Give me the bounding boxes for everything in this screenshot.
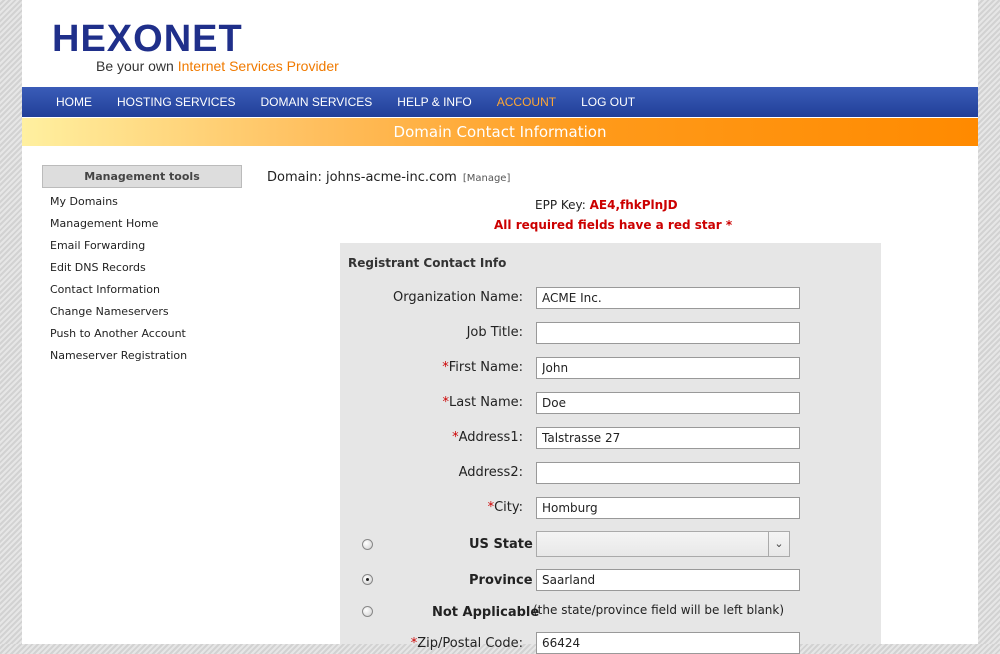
logo-tagline: Be your own Internet Services Provider xyxy=(96,58,339,74)
job-title-field[interactable] xyxy=(536,322,800,344)
sidebar-item-push-to-another-account[interactable]: Push to Another Account xyxy=(42,323,242,345)
nav-domain-services[interactable]: DOMAIN SERVICES xyxy=(260,95,372,109)
last-name-label: Last Name: xyxy=(449,395,523,410)
organization-name-field[interactable] xyxy=(536,287,800,309)
us-state-radio[interactable] xyxy=(362,539,373,550)
chevron-down-icon: ⌄ xyxy=(768,532,789,556)
province-radio[interactable] xyxy=(362,574,373,585)
epp-key-line: EPP Key: AE4,fhkPlnJD xyxy=(535,198,678,212)
sidebar-item-contact-information[interactable]: Contact Information xyxy=(42,279,242,301)
manage-link[interactable]: [Manage] xyxy=(463,173,511,184)
tagline-accent: Internet Services Provider xyxy=(177,58,339,74)
tagline-prefix: Be your own xyxy=(96,58,178,74)
nav-log-out[interactable]: LOG OUT xyxy=(581,95,635,109)
sidebar-item-change-nameservers[interactable]: Change Nameservers xyxy=(42,301,242,323)
nav-home[interactable]: HOME xyxy=(56,95,92,109)
logo-wordmark: HEXONET xyxy=(52,18,243,60)
hexonet-logo[interactable]: HEXONET Be your own Internet Services Pr… xyxy=(52,18,362,76)
first-name-field[interactable] xyxy=(536,357,800,379)
main-navigation: HOME HOSTING SERVICES DOMAIN SERVICES HE… xyxy=(22,87,978,117)
management-tools-sidebar: Management tools My Domains Management H… xyxy=(42,165,242,367)
not-applicable-radio[interactable] xyxy=(362,606,373,617)
address2-field[interactable] xyxy=(536,462,800,484)
last-name-label-row: *Last Name: xyxy=(443,395,523,410)
first-name-label: First Name: xyxy=(448,360,523,375)
address1-label-row: *Address1: xyxy=(452,430,523,445)
zip-field[interactable] xyxy=(536,632,800,654)
nav-account[interactable]: ACCOUNT xyxy=(497,95,556,109)
last-name-field[interactable] xyxy=(536,392,800,414)
sidebar-item-nameserver-registration[interactable]: Nameserver Registration xyxy=(42,345,242,367)
nav-help-info[interactable]: HELP & INFO xyxy=(397,95,471,109)
province-label: Province xyxy=(469,573,533,588)
city-label-row: *City: xyxy=(488,500,523,515)
not-applicable-note: (the state/province field will be left b… xyxy=(533,603,785,617)
sidebar-item-edit-dns-records[interactable]: Edit DNS Records xyxy=(42,257,242,279)
required-fields-note: All required fields have a red star * xyxy=(494,218,733,232)
job-title-label: Job Title: xyxy=(466,325,523,340)
domain-line: Domain: johns-acme-inc.com [Manage] xyxy=(267,170,510,185)
domain-label: Domain: johns-acme-inc.com xyxy=(267,170,457,185)
epp-key-value: AE4,fhkPlnJD xyxy=(589,198,678,212)
province-field[interactable] xyxy=(536,569,800,591)
address2-label: Address2: xyxy=(458,465,523,480)
page-title-banner: Domain Contact Information xyxy=(22,118,978,146)
sidebar-item-my-domains[interactable]: My Domains xyxy=(42,191,242,213)
organization-label: Organization Name: xyxy=(393,290,523,305)
first-name-label-row: *First Name: xyxy=(442,360,523,375)
address1-field[interactable] xyxy=(536,427,800,449)
us-state-label: US State xyxy=(469,537,533,552)
form-title: Registrant Contact Info xyxy=(348,256,507,270)
nav-hosting-services[interactable]: HOSTING SERVICES xyxy=(117,95,235,109)
epp-key-label: EPP Key: xyxy=(535,198,590,212)
sidebar-item-management-home[interactable]: Management Home xyxy=(42,213,242,235)
us-state-select[interactable]: ⌄ xyxy=(536,531,790,557)
page-title: Domain Contact Information xyxy=(393,123,607,141)
sidebar-header: Management tools xyxy=(42,165,242,188)
sidebar-item-email-forwarding[interactable]: Email Forwarding xyxy=(42,235,242,257)
page: HEXONET Be your own Internet Services Pr… xyxy=(22,0,978,654)
not-applicable-label: Not Applicable xyxy=(432,605,540,620)
city-label: City: xyxy=(494,500,523,515)
city-field[interactable] xyxy=(536,497,800,519)
registrant-contact-form: Registrant Contact Info Organization Nam… xyxy=(340,243,881,654)
address1-label: Address1: xyxy=(458,430,523,445)
